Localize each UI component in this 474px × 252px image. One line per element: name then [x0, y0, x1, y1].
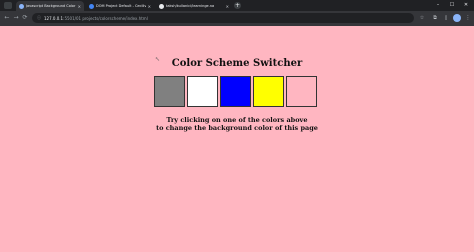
tab-strip: Javascript Background Color Cha ✕ DOM Pr… [0, 0, 474, 11]
forward-icon[interactable]: → [12, 14, 20, 22]
swatch-blue[interactable] [220, 76, 251, 107]
reload-icon[interactable]: ⟳ [21, 14, 29, 22]
tab-search-icon[interactable] [4, 2, 12, 9]
tab-title: DOM Project Default - Ceciliv [96, 4, 146, 8]
site-info-icon[interactable]: ⓘ [37, 15, 41, 21]
address-url: 127.0.0.1:5501/01 projects/colorscheme/i… [44, 16, 148, 21]
tab-title: taksh/kullanici/learninge.na [166, 4, 215, 8]
extensions-icon[interactable]: ⧉ [431, 14, 439, 22]
address-host: 127.0.0.1 [44, 15, 64, 21]
tab-2[interactable]: DOM Project Default - Ceciliv ✕ [86, 1, 154, 11]
swatch-white[interactable] [187, 76, 218, 107]
swatch-yellow[interactable] [253, 76, 284, 107]
new-tab-button[interactable]: + [234, 2, 241, 9]
address-path: :5501/01 projects/colorscheme/index.html [63, 15, 148, 21]
favicon-icon [19, 3, 24, 9]
maximize-button[interactable]: ☐ [446, 1, 458, 10]
sidebar-icon[interactable]: ▯ [442, 14, 450, 22]
tab-1[interactable]: Javascript Background Color Cha ✕ [16, 1, 84, 11]
swatch-pink[interactable] [286, 76, 317, 107]
browser-toolbar: ← → ⟳ ⓘ 127.0.0.1:5501/01 projects/color… [0, 11, 474, 26]
close-tab-icon[interactable]: ✕ [148, 4, 151, 9]
instruction-line-1: Try clicking on one of the colors above [166, 116, 308, 124]
close-tab-icon[interactable]: ✕ [226, 4, 229, 9]
profile-avatar[interactable] [453, 14, 461, 22]
page-content: ↖ Color Scheme Switcher Try clicking on … [0, 26, 474, 252]
page-title: Color Scheme Switcher [171, 58, 303, 69]
tab-3[interactable]: taksh/kullanici/learninge.na ✕ [156, 1, 232, 11]
color-swatches [154, 76, 317, 107]
instruction-line-2: to change the background color of this p… [156, 124, 318, 132]
favicon-icon [89, 3, 94, 9]
address-bar[interactable]: ⓘ 127.0.0.1:5501/01 projects/colorscheme… [32, 13, 414, 23]
back-icon[interactable]: ← [3, 14, 11, 22]
github-favicon-icon [159, 3, 164, 9]
tab-title: Javascript Background Color Cha [26, 4, 76, 8]
minimize-button[interactable]: – [432, 1, 444, 10]
close-tab-icon[interactable]: ✕ [78, 4, 81, 9]
bookmark-star-icon[interactable]: ☆ [418, 14, 426, 22]
instruction-text: Try clicking on one of the colors above … [0, 116, 474, 132]
close-window-button[interactable]: ✕ [460, 1, 472, 10]
swatch-grey[interactable] [154, 76, 185, 107]
menu-icon[interactable]: ⋮ [464, 14, 472, 22]
